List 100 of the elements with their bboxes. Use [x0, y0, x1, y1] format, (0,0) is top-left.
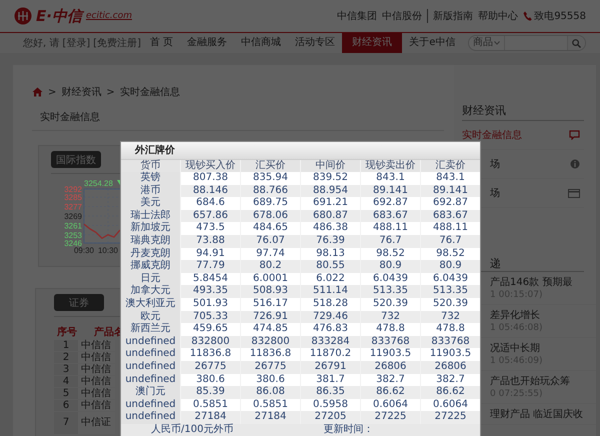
table-cell: 76.7	[421, 234, 480, 248]
table-cell: 689.75	[241, 197, 300, 210]
nav-item[interactable]: 活动专区	[288, 33, 342, 53]
news-link[interactable]: 况适中长期	[490, 343, 596, 355]
top-link[interactable]: 中信集团	[337, 9, 378, 23]
table-cell: 835.94	[241, 172, 300, 185]
greeting-text: 您好, 请	[23, 36, 60, 50]
table-cell: 0.5851	[241, 398, 300, 412]
nav-item[interactable]: 关于e中信	[402, 33, 462, 53]
table-cell: 683.67	[361, 210, 420, 222]
table-cell: 76.07	[241, 234, 300, 248]
table-cell: 6.0001	[241, 272, 300, 286]
table-cell: 678.06	[241, 210, 300, 222]
news-link[interactable]: 产品146款 预期最	[490, 277, 596, 289]
nav-item[interactable]: 首 页	[143, 33, 180, 53]
top-link[interactable]: 新版指南	[427, 9, 474, 23]
news-link[interactable]: 理财产品 临近国庆收	[490, 409, 596, 421]
table-cell: 76.7	[361, 234, 420, 248]
table-cell: 88.954	[301, 184, 360, 198]
table-cell: 0.6064	[421, 398, 480, 412]
table-cell: 98.52	[361, 248, 420, 260]
chat-icon	[569, 130, 580, 140]
card-icon	[568, 188, 580, 198]
nav-item[interactable]: 财经资讯	[342, 33, 402, 53]
table-cell: 511.14	[301, 285, 360, 298]
table-cell: 833284	[301, 336, 360, 348]
sidebar-heading: 财经资讯	[462, 103, 584, 121]
home-icon[interactable]	[32, 87, 43, 97]
table-cell: 488.11	[361, 222, 420, 235]
sidebar-item[interactable]: 实时金融信息	[462, 128, 522, 142]
nav-item[interactable]: 中信商城	[234, 33, 288, 53]
table-cell: 832800	[241, 336, 300, 348]
table-cell: 501.93	[181, 298, 240, 311]
table-cell: 88.146	[181, 184, 240, 198]
securities-tab[interactable]: 证券	[54, 294, 104, 311]
table-cell: 520.39	[361, 298, 420, 311]
table-cell: 1	[54, 340, 78, 351]
table-cell: 382.7	[421, 374, 480, 386]
table-cell: 380.6	[241, 374, 300, 386]
table-cell: undefined	[121, 348, 180, 361]
table-cell: 新加坡元	[121, 222, 180, 235]
news-link[interactable]: 产品也开始玩众筹	[490, 376, 596, 388]
column-header: 汇买价	[241, 160, 300, 172]
axis-label: 3269	[64, 212, 82, 221]
table-cell: 3	[54, 364, 78, 375]
table-cell: 683.67	[421, 210, 480, 222]
breadcrumb-link[interactable]: 财经资讯	[61, 85, 102, 99]
table-cell: 484.65	[241, 222, 300, 235]
table-cell: 843.1	[421, 172, 480, 185]
column-header: 货币	[121, 160, 180, 172]
category-dropdown[interactable]: 商品	[469, 36, 505, 50]
axis-label: 09:30	[74, 246, 94, 255]
table-cell: 11903.5	[361, 348, 420, 361]
search-button[interactable]	[567, 36, 585, 50]
table-cell: 89.141	[361, 184, 420, 198]
table-cell: 732	[361, 310, 420, 324]
table-cell: 657.86	[181, 210, 240, 222]
nav-item[interactable]: 金融服务	[180, 33, 234, 53]
breadcrumb-separator: >	[48, 86, 56, 98]
table-cell: 705.33	[181, 310, 240, 324]
table-cell: 94.91	[181, 248, 240, 260]
index-tab[interactable]: 国际指数	[51, 151, 101, 168]
table-cell: 692.87	[421, 197, 480, 210]
table-cell: 0.6064	[361, 398, 420, 412]
phone-icon	[523, 11, 532, 21]
login-link[interactable]: [登录]	[62, 36, 90, 50]
hotline-text: 致电95558	[534, 10, 586, 23]
breadcrumb-link[interactable]: 实时金融信息	[120, 85, 180, 99]
table-cell: 692.87	[361, 197, 420, 210]
register-link[interactable]: [免费注册]	[93, 36, 141, 50]
axis-label: 3285	[64, 193, 82, 202]
top-link[interactable]: 帮助中心	[478, 9, 518, 23]
table-cell: 澳门元	[121, 386, 180, 399]
table-cell: 474.85	[241, 323, 300, 336]
table-cell: 11870.2	[301, 348, 360, 361]
table-cell: 瑞典克朗	[121, 234, 180, 248]
table-cell: 516.17	[241, 298, 300, 311]
column-header: 现钞卖出价	[361, 160, 420, 172]
search-box[interactable]: 商品	[468, 35, 586, 51]
table-cell: 美元	[121, 197, 180, 210]
table-cell: 680.87	[301, 210, 360, 222]
table-cell: 88.766	[241, 184, 300, 198]
column-header: 现钞买入价	[181, 160, 240, 172]
axis-label: 10:30	[98, 246, 118, 255]
axis-label: 3246	[64, 239, 82, 248]
table-cell: undefined	[121, 360, 180, 374]
table-cell: 80.2	[241, 260, 300, 273]
table-cell: 98.13	[301, 248, 360, 260]
table-cell: 807.38	[181, 172, 240, 185]
table-cell: 726.91	[241, 310, 300, 324]
table-cell: 476.83	[301, 323, 360, 336]
table-cell: 0.5958	[301, 398, 360, 412]
table-cell: 77.79	[181, 260, 240, 273]
news-link[interactable]: 差异化增长	[490, 310, 596, 322]
table-cell: 5.8454	[181, 272, 240, 286]
info-icon	[570, 159, 580, 169]
top-link[interactable]: 中信股份	[382, 9, 422, 23]
table-cell: 380.6	[181, 374, 240, 386]
table-cell: 76.39	[301, 234, 360, 248]
table-cell: 488.11	[421, 222, 480, 235]
